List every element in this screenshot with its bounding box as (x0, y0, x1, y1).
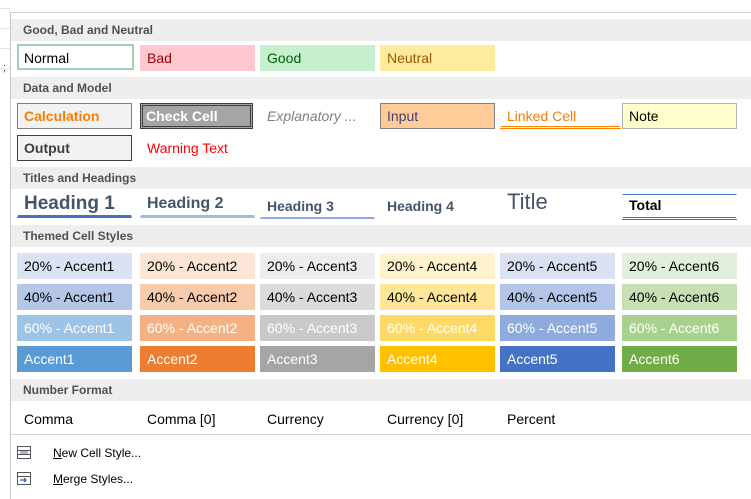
style-heading-2[interactable]: Heading 2 (140, 192, 255, 218)
cell-styles-gallery: Good, Bad and Neutral Normal Bad Good Ne… (10, 12, 751, 499)
new-cell-style-label: New Cell Style... (53, 446, 142, 460)
style-40-accent5[interactable]: 40% - Accent5 (500, 284, 615, 310)
style-heading-3[interactable]: Heading 3 (260, 193, 375, 219)
style-check-cell[interactable]: Check Cell (140, 103, 253, 129)
style-good[interactable]: Good (260, 45, 375, 71)
style-explanatory[interactable]: Explanatory ... (260, 103, 375, 129)
style-accent1[interactable]: Accent1 (17, 346, 132, 372)
section-header-data-model: Data and Model (11, 77, 751, 99)
style-currency-0[interactable]: Currency [0] (380, 406, 495, 432)
style-40-accent1[interactable]: 40% - Accent1 (17, 284, 132, 310)
style-accent4[interactable]: Accent4 (380, 346, 495, 372)
style-total[interactable]: Total (622, 194, 737, 220)
merge-styles-menu-item[interactable]: Merge Styles... (11, 467, 751, 491)
merge-styles-label: Merge Styles... (53, 472, 134, 486)
style-20-accent4[interactable]: 20% - Accent4 (380, 253, 495, 279)
gridline (0, 8, 10, 9)
style-60-accent2[interactable]: 60% - Accent2 (140, 315, 255, 341)
style-20-accent6[interactable]: 20% - Accent6 (622, 253, 737, 279)
style-output[interactable]: Output (17, 135, 132, 161)
style-comma-0[interactable]: Comma [0] (140, 406, 255, 432)
style-accent6[interactable]: Accent6 (622, 346, 737, 372)
style-accent3[interactable]: Accent3 (260, 346, 375, 372)
style-comma[interactable]: Comma (17, 406, 132, 432)
cell-fragment: ; (3, 62, 7, 74)
merge-styles-icon (17, 472, 31, 485)
section-header-titles-headings: Titles and Headings (11, 167, 751, 189)
style-40-accent3[interactable]: 40% - Accent3 (260, 284, 375, 310)
style-percent[interactable]: Percent (500, 406, 615, 432)
section-header-number-format: Number Format (11, 379, 751, 401)
style-linked-cell[interactable]: Linked Cell (500, 103, 621, 129)
style-60-accent3[interactable]: 60% - Accent3 (260, 315, 375, 341)
style-60-accent5[interactable]: 60% - Accent5 (500, 315, 615, 341)
style-heading-1[interactable]: Heading 1 (17, 192, 132, 218)
style-neutral[interactable]: Neutral (380, 45, 495, 71)
style-40-accent6[interactable]: 40% - Accent6 (622, 284, 737, 310)
style-note[interactable]: Note (622, 103, 737, 129)
style-currency[interactable]: Currency (260, 406, 375, 432)
new-cell-style-menu-item[interactable]: New Cell Style... (11, 441, 751, 465)
style-title[interactable]: Title (500, 191, 615, 217)
section-header-themed: Themed Cell Styles (11, 225, 751, 247)
style-warning-text[interactable]: Warning Text (140, 135, 255, 161)
section-header-good-bad-neutral: Good, Bad and Neutral (11, 19, 751, 41)
style-bad[interactable]: Bad (140, 45, 255, 71)
cell-style-icon (17, 446, 31, 459)
style-60-accent6[interactable]: 60% - Accent6 (622, 315, 737, 341)
style-60-accent1[interactable]: 60% - Accent1 (17, 315, 132, 341)
style-input[interactable]: Input (380, 103, 495, 129)
style-accent2[interactable]: Accent2 (140, 346, 255, 372)
style-60-accent4[interactable]: 60% - Accent4 (380, 315, 495, 341)
style-40-accent4[interactable]: 40% - Accent4 (380, 284, 495, 310)
menu-divider (11, 434, 751, 435)
style-20-accent1[interactable]: 20% - Accent1 (17, 253, 132, 279)
style-40-accent2[interactable]: 40% - Accent2 (140, 284, 255, 310)
style-20-accent3[interactable]: 20% - Accent3 (260, 253, 375, 279)
style-accent5[interactable]: Accent5 (500, 346, 615, 372)
style-20-accent5[interactable]: 20% - Accent5 (500, 253, 615, 279)
style-heading-4[interactable]: Heading 4 (380, 193, 495, 219)
style-calculation[interactable]: Calculation (17, 103, 132, 129)
style-normal[interactable]: Normal (17, 44, 134, 70)
style-20-accent2[interactable]: 20% - Accent2 (140, 253, 255, 279)
gridline (0, 28, 10, 29)
gridline (0, 48, 10, 49)
worksheet-edge: ; (0, 8, 10, 499)
